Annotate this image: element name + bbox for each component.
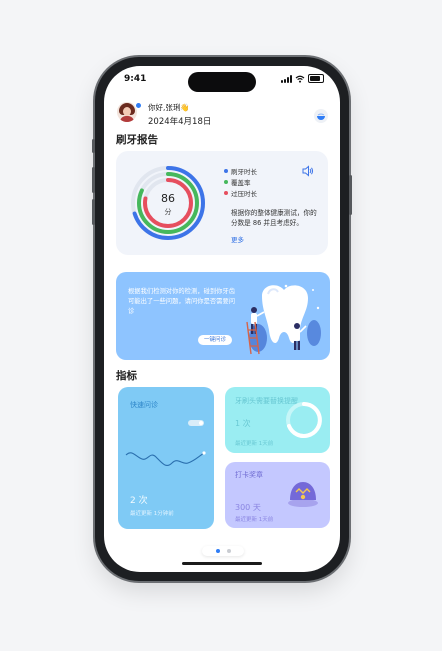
consultation-banner[interactable]: 根据我们检测对你的检测，碰到你牙齿可能出了一些问题，请问你是否需要问诊 一键问诊	[116, 272, 330, 360]
dynamic-island	[188, 72, 256, 92]
legend-item: 刷牙时长	[224, 165, 257, 176]
greeting-text: 你好,张琍👋	[148, 103, 190, 112]
legend-dot	[224, 190, 228, 195]
page-dot[interactable]	[226, 549, 231, 553]
page-dot-active[interactable]	[215, 549, 220, 553]
date-text: 2024年4月18日	[148, 117, 212, 127]
report-description: 根据你的整体健康测试，你的分数是 86 并且考虑好。	[231, 209, 317, 227]
power-button	[349, 175, 352, 215]
card-value: 300 天	[235, 503, 261, 512]
speaker-icon[interactable]	[302, 165, 314, 177]
water-drop-icon	[317, 113, 325, 120]
quick-consult-card[interactable]: 快速问诊 2 次 最近更新 1分钟前	[118, 387, 214, 529]
legend-item: 过压时长	[224, 187, 257, 198]
brushing-report-card[interactable]: 86 分 刷牙时长 覆盖率 过压时长 根据你的整体健康测试，你的分数是 86 并…	[116, 151, 328, 255]
status-icons	[281, 74, 324, 83]
legend-dot	[224, 168, 228, 173]
card-value: 1 次	[235, 419, 251, 428]
trend-sparkline	[125, 451, 206, 466]
volume-up-button	[92, 167, 95, 193]
brush-head-reminder-card[interactable]: 牙刷头需要替换提醒 1 次 最近更新 1天前	[225, 387, 330, 453]
dentist-tooth-illustration	[246, 284, 321, 355]
battery-icon	[308, 74, 324, 83]
card-value: 2 次	[130, 496, 148, 506]
phone-frame: 9:41 你好,张琍👋 2024年4月18日 刷牙报告 86 分 刷牙时长 覆盖…	[92, 57, 352, 581]
legend-item: 覆盖率	[224, 176, 257, 187]
notification-dot	[135, 102, 142, 109]
screen: 9:41 你好,张琍👋 2024年4月18日 刷牙报告 86 分 刷牙时长 覆盖…	[104, 66, 340, 572]
card-subtitle: 最近更新 1分钟前	[130, 511, 174, 517]
mute-switch	[92, 139, 95, 153]
wifi-icon	[295, 75, 305, 83]
consult-button[interactable]: 一键问诊	[198, 335, 233, 345]
more-link[interactable]: 更多	[231, 234, 244, 244]
cellular-signal-icon	[281, 74, 292, 83]
score-ring-chart: 86 分	[130, 165, 206, 241]
report-title: 刷牙报告	[116, 134, 158, 146]
legend-dot	[224, 179, 228, 184]
card-title: 快速问诊	[130, 401, 158, 409]
volume-down-button	[92, 199, 95, 225]
checkin-medal-card[interactable]: 打卡奖章 300 天 最近更新 1天前	[225, 462, 330, 528]
status-time: 9:41	[124, 74, 147, 84]
score-unit: 分	[164, 208, 172, 216]
toggle-switch[interactable]	[188, 420, 204, 426]
banner-text: 根据我们检测对你的检测，碰到你牙齿可能出了一些问题，请问你是否需要问诊	[128, 288, 236, 315]
score-value: 86	[161, 192, 175, 205]
card-title: 打卡奖章	[235, 471, 263, 479]
medal-badge-icon	[288, 482, 318, 507]
report-legend: 刷牙时长 覆盖率 过压时长	[224, 165, 257, 198]
avatar[interactable]	[117, 102, 137, 122]
home-indicator[interactable]	[182, 562, 262, 565]
page-indicator[interactable]	[202, 546, 244, 556]
indicators-title: 指标	[116, 370, 137, 382]
card-subtitle: 最近更新 1天前	[235, 441, 274, 447]
legend-label: 覆盖率	[231, 178, 251, 187]
card-subtitle: 最近更新 1天前	[235, 517, 274, 523]
legend-label: 过压时长	[231, 189, 257, 198]
replacement-progress-ring	[286, 402, 322, 438]
legend-label: 刷牙时长	[231, 167, 257, 176]
device-status-button[interactable]	[314, 109, 328, 123]
